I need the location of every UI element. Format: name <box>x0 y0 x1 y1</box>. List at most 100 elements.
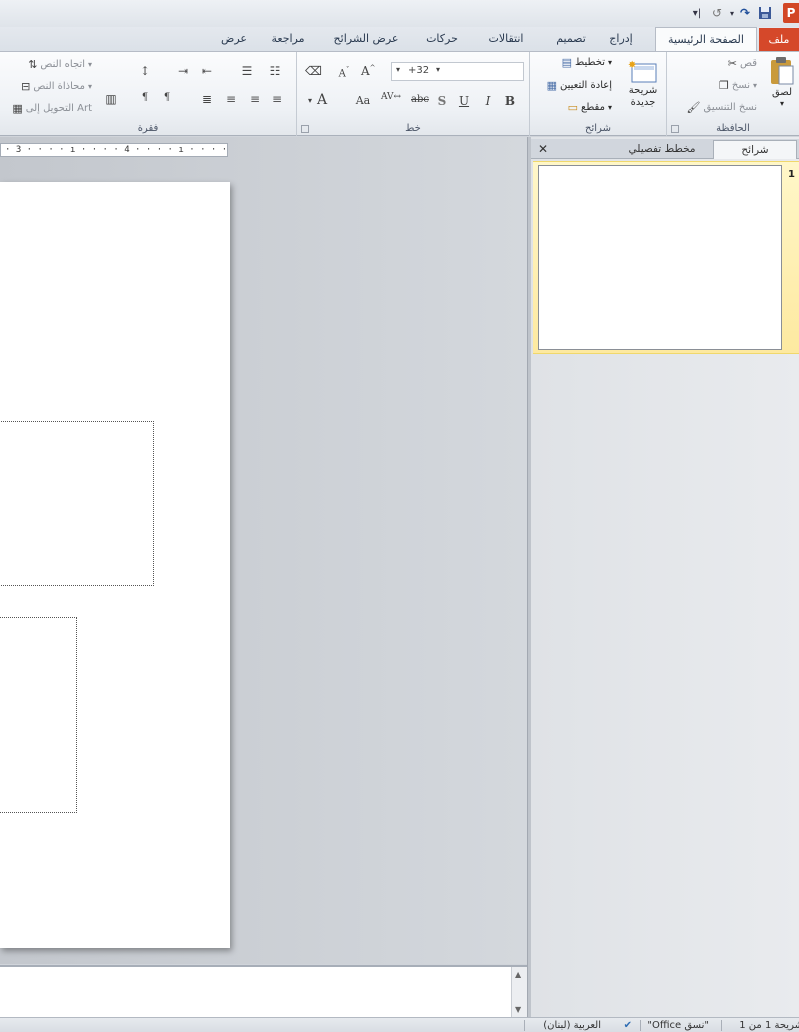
horizontal-ruler: · 3 · · · · ı · · · · 4 · · · · ı · · · … <box>0 143 228 157</box>
align-right-icon[interactable]: ≡ <box>270 92 284 106</box>
convert-smartart-label: التحويل إلى Art <box>25 103 92 114</box>
columns-icon[interactable]: ▥ <box>104 92 118 106</box>
text-direction-icon: ⇅ <box>28 58 38 71</box>
divider <box>524 1020 525 1031</box>
group-label-font: خط <box>405 123 421 134</box>
chevron-down-icon[interactable]: ▾ <box>303 96 317 105</box>
spellcheck-icon[interactable]: ✔ <box>624 1018 632 1032</box>
font-size-combo[interactable]: ▾ +32 ▾ <box>391 62 524 81</box>
divider <box>640 1020 641 1031</box>
bullets-icon[interactable]: ☷ <box>268 64 282 78</box>
chevron-down-icon[interactable]: ▾ <box>727 5 737 21</box>
scroll-up-icon[interactable]: ▲ <box>515 970 521 979</box>
language[interactable]: العربية (لبنان) <box>543 1018 601 1032</box>
notes-pane[interactable]: ▲ ▼ <box>0 965 527 1017</box>
font-color-icon[interactable]: A <box>315 92 329 108</box>
group-label-clipboard: الحافظة <box>716 123 750 134</box>
underline-icon[interactable]: U <box>457 94 471 108</box>
group-label-paragraph: فقرة <box>137 123 159 134</box>
tab-transitions[interactable]: انتقالات <box>477 27 535 51</box>
reset-button[interactable]: ▦ إعادة التعيين <box>547 79 612 92</box>
italic-icon[interactable]: I <box>481 94 495 108</box>
shadow-icon[interactable]: S <box>435 94 449 108</box>
ltr-icon[interactable]: ¶ <box>138 92 152 103</box>
divider <box>721 1020 722 1031</box>
shrink-font-icon[interactable]: Aˇ <box>337 66 351 79</box>
grow-font-icon[interactable]: A^ <box>361 64 376 78</box>
close-icon[interactable]: ✕ <box>535 140 551 158</box>
increase-indent-icon[interactable]: ⇥ <box>176 64 190 78</box>
tab-review[interactable]: مراجعة <box>265 27 311 51</box>
svg-text:✸: ✸ <box>628 60 636 71</box>
convert-smartart-button[interactable]: ▦ التحويل إلى Art <box>12 102 92 115</box>
align-text-label: محاذاة النص <box>33 81 85 92</box>
powerpoint-logo-icon[interactable]: P <box>783 3 799 23</box>
reset-label: إعادة التعيين <box>560 80 612 91</box>
tab-slides[interactable]: شرائح <box>713 140 797 159</box>
group-clipboard: لصق ▾ ✂ قص ❐ نسخ ▾ 🖌 نسخ التنسيق الحافظة <box>666 52 799 136</box>
bold-icon[interactable]: B <box>503 94 517 108</box>
slide-thumbnail[interactable] <box>538 165 782 350</box>
copy-button[interactable]: ❐ نسخ ▾ <box>719 79 757 92</box>
undo-icon[interactable]: ↺ <box>709 5 725 21</box>
new-slide-button[interactable]: ✸ شريحة جديدة <box>628 58 658 108</box>
text-direction-button[interactable]: ⇅ اتجاه النص ▾ <box>28 58 92 71</box>
ribbon-home: لصق ▾ ✂ قص ❐ نسخ ▾ 🖌 نسخ التنسيق الحافظة… <box>0 51 799 136</box>
character-spacing-icon[interactable]: AV↔ <box>381 92 401 102</box>
section-button[interactable]: ▭ مقطع ▾ <box>568 101 612 114</box>
cut-button[interactable]: ✂ قص <box>728 57 757 70</box>
tab-animations[interactable]: حركات <box>421 27 463 51</box>
justify-icon[interactable]: ≣ <box>200 92 214 106</box>
theme-name[interactable]: "Office نسق" <box>647 1018 709 1032</box>
group-slides: ✸ شريحة جديدة ▤ تخطيط ▾ ▦ إعادة التعيين … <box>529 52 666 136</box>
subtitle-placeholder[interactable] <box>0 617 77 813</box>
strikethrough-icon[interactable]: abc <box>409 94 431 105</box>
tab-outline[interactable]: مخطط تفصيلي <box>615 140 709 159</box>
line-spacing-icon[interactable]: ↕ <box>138 64 152 78</box>
paste-button[interactable]: لصق ▾ <box>769 56 795 108</box>
align-center-icon[interactable]: ≡ <box>248 92 262 106</box>
tab-slideshow[interactable]: عرض الشرائح <box>327 27 405 51</box>
redo-icon[interactable]: ↷ <box>737 5 753 21</box>
change-case-icon[interactable]: Aa <box>353 94 373 107</box>
text-direction-label: اتجاه النص <box>40 59 85 70</box>
brush-icon: 🖌 <box>686 101 701 114</box>
scroll-down-icon[interactable]: ▼ <box>515 1005 521 1014</box>
reset-icon: ▦ <box>546 79 558 92</box>
cut-label: قص <box>739 58 757 69</box>
font-size-value: +32 <box>408 65 430 76</box>
align-text-button[interactable]: ⊟ محاذاة النص ▾ <box>21 80 92 93</box>
chevron-down-icon: ▾ <box>436 65 441 74</box>
group-label-slides: شرائح <box>585 123 611 134</box>
new-slide-icon: ✸ <box>628 60 657 83</box>
ribbon-tabs: ملف الصفحة الرئيسية إدراج تصميم انتقالات… <box>0 27 799 52</box>
section-label: مقطع <box>581 102 605 113</box>
layout-button[interactable]: ▤ تخطيط ▾ <box>562 56 612 69</box>
group-paragraph: ☷ ☰ ⇤ ⇥ ↕ ≡ ≡ ≡ ≣ ¶ ¶ ▥ ⇅ اتجاه النص ▾ ⊟… <box>0 52 296 136</box>
numbering-icon[interactable]: ☰ <box>240 64 254 78</box>
format-painter-label: نسخ التنسيق <box>703 102 757 113</box>
layout-icon: ▤ <box>561 56 573 69</box>
copy-label: نسخ <box>731 80 750 91</box>
tab-view[interactable]: عرض <box>219 27 249 51</box>
clipboard-launcher-icon[interactable] <box>671 125 679 133</box>
group-font: ▾ +32 ▾ A^ Aˇ ⌫ B I U S abc AV↔ Aa A ▾ خ… <box>296 52 529 136</box>
paste-icon <box>771 57 794 85</box>
format-painter-button[interactable]: 🖌 نسخ التنسيق <box>687 101 757 114</box>
tab-home[interactable]: الصفحة الرئيسية <box>655 27 757 52</box>
customize-qat-icon[interactable]: ▾| <box>689 5 705 21</box>
decrease-indent-icon[interactable]: ⇤ <box>200 64 214 78</box>
tab-design[interactable]: تصميم <box>547 27 595 51</box>
slide-canvas[interactable] <box>0 182 230 948</box>
align-left-icon[interactable]: ≡ <box>224 92 238 106</box>
scissors-icon: ✂ <box>727 57 737 70</box>
rtl-icon[interactable]: ¶ <box>160 92 174 103</box>
save-icon[interactable] <box>757 5 773 21</box>
notes-scrollbar[interactable]: ▲ ▼ <box>511 967 527 1017</box>
clear-formatting-icon[interactable]: ⌫ <box>305 64 322 78</box>
tab-insert[interactable]: إدراج <box>601 27 641 51</box>
tab-file[interactable]: ملف <box>759 28 799 51</box>
font-launcher-icon[interactable] <box>301 125 309 133</box>
status-bar: شريحة 1 من 1 "Office نسق" ✔ العربية (لبن… <box>0 1017 799 1032</box>
title-placeholder[interactable] <box>0 421 154 586</box>
